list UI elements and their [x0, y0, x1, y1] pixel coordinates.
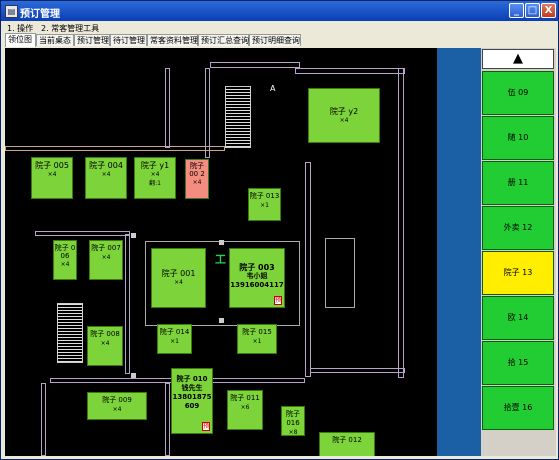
pillar — [131, 233, 136, 238]
tab-regular-customer-data[interactable]: 常客资料管理 — [147, 34, 198, 46]
tab-seating-map[interactable]: 领位图 — [5, 33, 36, 47]
room-004[interactable]: 院子 004 ×4 — [85, 157, 127, 199]
room-006[interactable]: 院子 0 06 ×4 — [53, 240, 77, 280]
wall-segment — [325, 238, 355, 308]
wall-segment — [125, 234, 130, 374]
room-button[interactable]: 拾 15 — [482, 341, 554, 385]
close-button[interactable]: X — [541, 3, 556, 18]
wall-segment — [310, 368, 405, 373]
room-button[interactable]: 外卖 12 — [482, 206, 554, 250]
pillar — [131, 373, 136, 378]
reserved-badge: 预 — [273, 296, 282, 305]
room-button[interactable]: 伍 09 — [482, 71, 554, 115]
room-015[interactable]: 院子 015 ×1 — [237, 324, 277, 354]
room-button[interactable]: 拾壹 16 — [482, 386, 554, 430]
menu-bar: 1. 操作 2. 常客管理工具 — [1, 21, 558, 34]
wall-segment — [305, 162, 311, 377]
window-title: 预订管理 — [20, 9, 60, 20]
main-window: ▤ 预订管理 _ □ X 1. 操作 2. 常客管理工具 领位图 当前桌态 预订… — [0, 0, 559, 460]
room-013[interactable]: 院子 013 ×1 — [248, 188, 281, 221]
floor-plan: A 工 院子 005 ×4 院子 004 ×4 院子 y1 ×4 翻:1 院子 00 2… — [5, 48, 437, 456]
menu-item-regular-tools[interactable]: 2. 常客管理工具 — [41, 23, 99, 34]
app-icon: ▤ — [5, 5, 18, 18]
room-012[interactable]: 院子 012 — [319, 432, 375, 456]
wall-segment — [398, 68, 404, 378]
minimize-button[interactable]: _ — [509, 3, 524, 18]
tab-reservation-management[interactable]: 预订管理 — [74, 34, 110, 46]
room-y2[interactable]: 院子 y2 ×4 — [308, 88, 380, 143]
scroll-up-button[interactable]: ▲ — [482, 49, 554, 69]
pillar — [219, 318, 224, 323]
title-bar[interactable]: ▤ 预订管理 _ □ X — [1, 1, 558, 21]
wall-segment — [210, 62, 300, 68]
wall-segment — [41, 383, 46, 456]
reserved-badge: 预 — [201, 422, 210, 431]
room-button-selected[interactable]: 院子 13 — [482, 251, 554, 295]
wall-segment — [5, 146, 225, 151]
room-y1[interactable]: 院子 y1 ×4 翻:1 — [134, 157, 176, 199]
wall-segment — [205, 68, 210, 158]
room-button[interactable]: 随 10 — [482, 116, 554, 160]
room-016[interactable]: 院子 016 ×8 — [281, 406, 305, 436]
wall-segment — [165, 383, 170, 456]
floor-label-a: A — [270, 84, 276, 93]
room-button[interactable]: 册 11 — [482, 161, 554, 205]
tab-current-table-status[interactable]: 当前桌态 — [36, 34, 74, 46]
wall-segment — [295, 68, 405, 74]
staircase — [57, 303, 83, 363]
staircase — [225, 86, 251, 148]
room-002[interactable]: 院子 00 2 ×4 — [185, 159, 209, 199]
room-009[interactable]: 院子 009 ×4 — [87, 392, 147, 420]
tab-pending-management[interactable]: 待订管理 — [110, 34, 147, 46]
room-001[interactable]: 院子 001 ×4 — [151, 248, 206, 308]
room-selector-panel: ▲ 伍 09 随 10 册 11 外卖 12 院子 13 欧 14 拾 15 拾… — [481, 48, 556, 456]
room-010[interactable]: 院子 010 钱先生 13801875 609 预 — [171, 368, 213, 434]
tab-reservation-detail[interactable]: 预订明细查询 — [249, 34, 301, 46]
wall-segment — [35, 231, 130, 236]
maximize-button[interactable]: □ — [525, 3, 540, 18]
side-band — [437, 48, 481, 456]
room-005[interactable]: 院子 005 ×4 — [31, 157, 73, 199]
tab-reservation-summary[interactable]: 预订汇总查询 — [198, 34, 249, 46]
room-008[interactable]: 院子 008 ×4 — [87, 326, 123, 366]
wall-segment — [165, 68, 170, 148]
room-014[interactable]: 院子 014 ×1 — [157, 324, 192, 354]
floor-label-center: 工 — [215, 253, 226, 266]
room-011[interactable]: 院子 011 ×6 — [227, 390, 263, 430]
pillar — [219, 240, 224, 245]
room-003[interactable]: 院子 003 韦小姐 13916004117 预 — [229, 248, 285, 308]
room-007[interactable]: 院子 007 ×4 — [89, 240, 123, 280]
room-button[interactable]: 欧 14 — [482, 296, 554, 340]
